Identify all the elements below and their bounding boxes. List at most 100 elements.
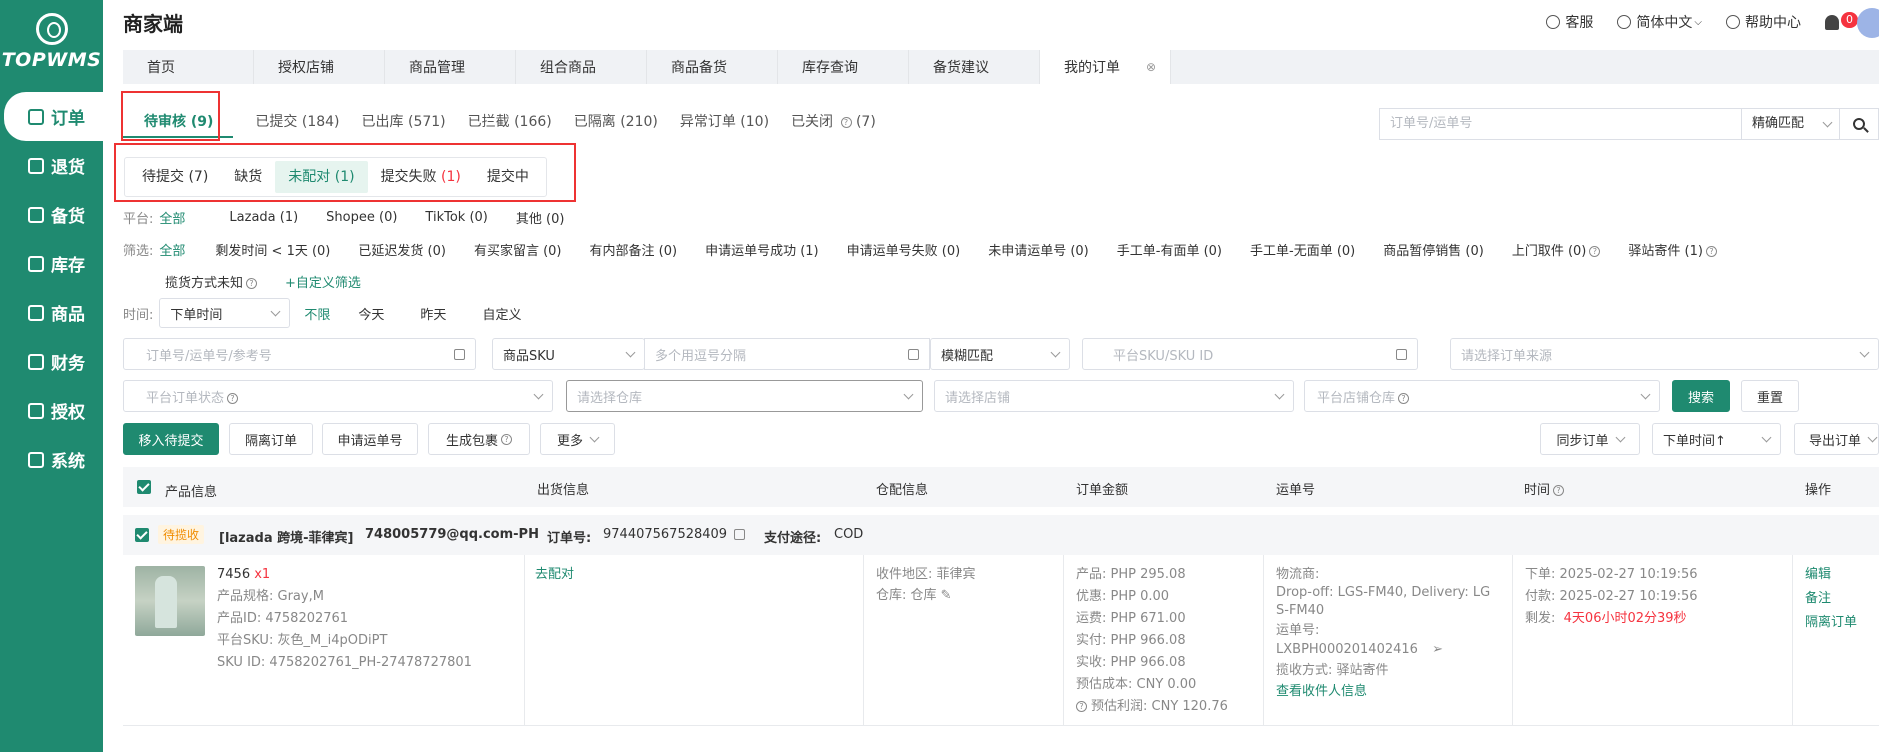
platform-other[interactable]: 其他 (0)	[516, 208, 565, 227]
order-source-select[interactable]: 请选择订单来源	[1450, 338, 1879, 370]
filter-waybill-success[interactable]: 申请运单号成功 (1)	[705, 240, 819, 259]
filter-all[interactable]: 全部	[159, 240, 185, 259]
move-to-pending-button[interactable]: 移入待提交	[123, 423, 219, 455]
search-submit-button[interactable]: 搜索	[1672, 380, 1730, 412]
store-select[interactable]: 请选择店铺	[934, 380, 1294, 412]
tab-my-orders[interactable]: 我的订单 ⊗	[1040, 50, 1171, 84]
filter-product-paused[interactable]: 商品暂停销售 (0)	[1383, 240, 1484, 259]
tab-home[interactable]: 首页	[123, 50, 254, 84]
help-icon: ?	[840, 116, 852, 128]
help-center-link[interactable]: 帮助中心	[1726, 12, 1801, 32]
platform-lazada[interactable]: Lazada (1)	[229, 210, 298, 225]
more-button[interactable]: 更多	[540, 423, 615, 455]
match-mode-select[interactable]: 精确匹配	[1742, 109, 1840, 139]
order-search-input[interactable]: 订单号/运单号	[1380, 109, 1742, 139]
sku-type-select[interactable]: 商品SKU	[492, 338, 645, 370]
time-today[interactable]: 今天	[358, 304, 384, 323]
globe-icon	[1617, 15, 1632, 29]
isolate-link[interactable]: 隔离订单	[1805, 613, 1857, 633]
filter-buyer-message[interactable]: 有买家留言 (0)	[474, 240, 562, 259]
platform-sku-input[interactable]: 平台SKU/SKU ID	[1082, 338, 1418, 370]
tab-authorized-stores[interactable]: 授权店铺	[254, 50, 385, 84]
time-yesterday[interactable]: 昨天	[420, 304, 446, 323]
status-tab-shipped[interactable]: 已出库 (571)	[362, 106, 446, 138]
platform-shopee[interactable]: Shopee (0)	[326, 210, 397, 225]
generate-package-button[interactable]: 生成包裹?	[428, 423, 530, 455]
sort-select[interactable]: 下单时间↑	[1652, 423, 1781, 455]
edit-icon[interactable]: ✎	[941, 588, 952, 603]
status-tab-submitted[interactable]: 已提交 (184)	[255, 106, 339, 138]
filter-manual-with-label[interactable]: 手工单-有面单 (0)	[1117, 240, 1222, 259]
filter-no-waybill[interactable]: 未申请运单号 (0)	[988, 240, 1089, 259]
order-time: 下单: 2025-02-27 10:19:56	[1525, 567, 1698, 582]
sidebar-item-system[interactable]: 系统	[0, 435, 103, 484]
status-tab-intercepted[interactable]: 已拦截 (166)	[468, 106, 552, 138]
store-warehouse-select[interactable]: 平台店铺仓库?	[1304, 380, 1660, 412]
platform-all[interactable]: 全部	[159, 208, 185, 227]
notification-button[interactable]: 0	[1825, 11, 1858, 30]
filter-internal-note[interactable]: 有内部备注 (0)	[590, 240, 678, 259]
time-unlimited[interactable]: 不限	[304, 304, 330, 323]
filter-pickup-unknown[interactable]: 揽货方式未知?	[165, 272, 258, 291]
sidebar-item-stockup[interactable]: 备货	[0, 190, 103, 239]
status-tab-isolated[interactable]: 已隔离 (210)	[574, 106, 658, 138]
tab-inventory-query[interactable]: 库存查询	[778, 50, 909, 84]
filter-pickup[interactable]: 上门取件 (0)?	[1512, 240, 1601, 259]
sidebar-item-inventory[interactable]: 库存	[0, 239, 103, 288]
select-all-checkbox[interactable]	[137, 480, 151, 494]
search-button[interactable]	[1840, 118, 1878, 130]
filter-delayed[interactable]: 已延迟发货 (0)	[358, 240, 446, 259]
close-icon[interactable]: ⊗	[1146, 60, 1156, 74]
sidebar-item-products[interactable]: 商品	[0, 288, 103, 337]
filter-waybill-failed[interactable]: 申请运单号失败 (0)	[847, 240, 961, 259]
filter-station-dropoff[interactable]: 驿站寄件 (1)?	[1628, 240, 1717, 259]
pair-link[interactable]: 去配对	[535, 565, 574, 585]
sidebar-item-auth[interactable]: 授权	[0, 386, 103, 435]
filter-manual-no-label[interactable]: 手工单-无面单 (0)	[1250, 240, 1355, 259]
sync-orders-button[interactable]: 同步订单	[1540, 423, 1640, 455]
help-icon: ?	[1553, 485, 1565, 496]
tab-combo-products[interactable]: 组合商品	[516, 50, 647, 84]
status-tab-closed[interactable]: 已关闭 ? (7)	[791, 106, 876, 138]
language-select[interactable]: 简体中文 ⌵	[1617, 12, 1702, 32]
app-title: 商家端	[123, 11, 183, 36]
carrier-label: 物流商:	[1276, 567, 1320, 582]
warehouse-select[interactable]: 请选择仓库	[566, 380, 923, 412]
custom-filter-link[interactable]: +自定义筛选	[285, 272, 361, 291]
platform-status-select[interactable]: 平台订单状态?	[123, 380, 553, 412]
edit-link[interactable]: 编辑	[1805, 565, 1831, 585]
time-custom[interactable]: 自定义	[482, 304, 521, 323]
match-type-select[interactable]: 模糊匹配	[930, 338, 1070, 370]
platform-tiktok[interactable]: TikTok (0)	[425, 210, 487, 225]
sidebar-item-returns[interactable]: 退货	[0, 141, 103, 190]
tab-stockup-suggestion[interactable]: 备货建议	[909, 50, 1040, 84]
filter-remaining-time[interactable]: 剩发时间 < 1天 (0)	[215, 240, 330, 259]
headset-icon	[1546, 15, 1561, 29]
reset-button[interactable]: 重置	[1741, 380, 1799, 412]
status-tab-abnormal[interactable]: 异常订单 (10)	[680, 106, 769, 138]
time-type-select[interactable]: 下单时间	[159, 298, 291, 328]
notification-badge: 0	[1841, 11, 1858, 28]
order-number-input[interactable]: 订单号/运单号/参考号	[123, 338, 476, 370]
sku-input[interactable]: 多个用逗号分隔	[644, 338, 930, 370]
chevron-down-icon	[589, 432, 600, 442]
order-checkbox[interactable]	[135, 528, 149, 542]
return-icon	[28, 157, 44, 174]
tab-product-management[interactable]: 商品管理	[385, 50, 516, 84]
time-cell: 下单: 2025-02-27 10:19:56 付款: 2025-02-27 1…	[1513, 555, 1793, 725]
note-link[interactable]: 备注	[1805, 589, 1831, 609]
time-filter: 时间: 下单时间 不限 今天 昨天 自定义	[123, 298, 549, 328]
isolate-order-button[interactable]: 隔离订单	[229, 423, 313, 455]
send-icon[interactable]: ➢	[1432, 642, 1443, 657]
customer-service-link[interactable]: 客服	[1546, 12, 1593, 32]
tab-product-stockup[interactable]: 商品备货	[647, 50, 778, 84]
view-receiver-link[interactable]: 查看收件人信息	[1276, 682, 1367, 702]
sidebar-item-orders[interactable]: 订单	[4, 92, 103, 141]
export-orders-button[interactable]: 导出订单	[1794, 423, 1879, 455]
copy-icon[interactable]	[734, 529, 745, 540]
col-operations: 操作	[1805, 483, 1832, 498]
apply-waybill-button[interactable]: 申请运单号	[322, 423, 418, 455]
product-spec: 产品规格: Gray,M	[217, 589, 324, 604]
sidebar-item-finance[interactable]: 财务	[0, 337, 103, 386]
avatar[interactable]	[1857, 8, 1879, 38]
